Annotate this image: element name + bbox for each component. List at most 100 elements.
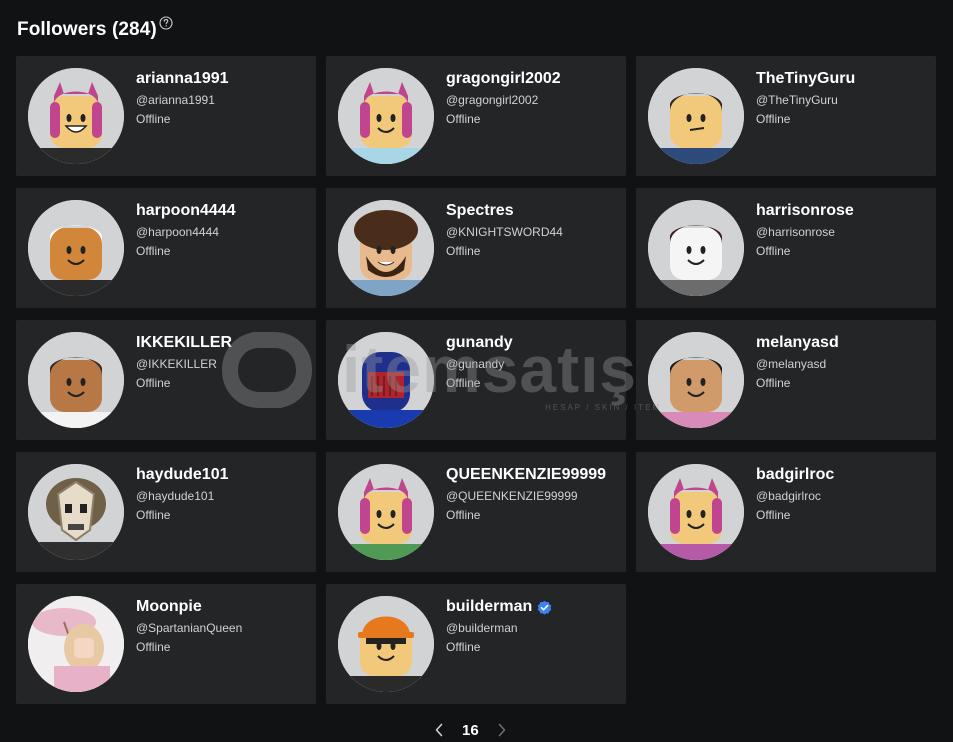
display-name[interactable]: arianna1991 (136, 68, 229, 90)
avatar-image (338, 596, 434, 692)
follower-card[interactable]: TheTinyGuru @TheTinyGuru Offline (636, 56, 936, 176)
avatar-image (28, 464, 124, 560)
follower-card[interactable]: IKKEKILLER @IKKEKILLER Offline (16, 320, 316, 440)
follower-card[interactable]: Moonpie @SpartanianQueen Offline (16, 584, 316, 704)
name-row: haydude101 (136, 464, 308, 486)
username: @melanyasd (756, 357, 827, 371)
avatar[interactable] (338, 596, 434, 692)
name-row: melanyasd (756, 332, 928, 354)
followers-page: Followers (284) arianna1991 @arianna1991 O… (0, 0, 953, 742)
follower-card[interactable]: gragongirl2002 @gragongirl2002 Offline (326, 56, 626, 176)
avatar-image (28, 332, 124, 428)
avatar[interactable] (338, 200, 434, 296)
display-name[interactable]: harrisonrose (756, 200, 854, 222)
avatar[interactable] (338, 332, 434, 428)
presence-status: Offline (446, 640, 481, 654)
follower-card[interactable]: harpoon4444 @harpoon4444 Offline (16, 188, 316, 308)
next-page-button[interactable] (495, 720, 509, 740)
presence-status: Offline (136, 508, 171, 522)
follower-info: harpoon4444 @harpoon4444 Offline (136, 200, 308, 260)
name-row: Moonpie (136, 596, 308, 618)
avatar-image (338, 200, 434, 296)
presence-status: Offline (756, 508, 791, 522)
avatar[interactable] (28, 200, 124, 296)
avatar[interactable] (648, 200, 744, 296)
name-row: harrisonrose (756, 200, 928, 222)
name-row: builderman (446, 596, 618, 618)
avatar-image (648, 464, 744, 560)
avatar[interactable] (338, 68, 434, 164)
avatar[interactable] (338, 464, 434, 560)
avatar-image (28, 596, 124, 692)
follower-info: IKKEKILLER @IKKEKILLER Offline (136, 332, 308, 392)
page-header: Followers (284) (17, 14, 173, 46)
username: @harrisonrose (756, 225, 835, 239)
username: @IKKEKILLER (136, 357, 217, 371)
chevron-right-icon (498, 723, 505, 737)
username: @TheTinyGuru (756, 93, 838, 107)
display-name[interactable]: Spectres (446, 200, 514, 222)
avatar-image (338, 68, 434, 164)
prev-page-button[interactable] (432, 720, 446, 740)
follower-info: harrisonrose @harrisonrose Offline (756, 200, 928, 260)
name-row: gragongirl2002 (446, 68, 618, 90)
follower-info: badgirlroc @badgirlroc Offline (756, 464, 928, 524)
avatar-image (28, 68, 124, 164)
display-name[interactable]: badgirlroc (756, 464, 834, 486)
avatar[interactable] (648, 464, 744, 560)
follower-info: gragongirl2002 @gragongirl2002 Offline (446, 68, 618, 128)
follower-info: melanyasd @melanyasd Offline (756, 332, 928, 392)
display-name[interactable]: QUEENKENZIE99999 (446, 464, 606, 486)
display-name[interactable]: harpoon4444 (136, 200, 236, 222)
follower-card[interactable]: Spectres @KNIGHTSWORD44 Offline (326, 188, 626, 308)
username: @harpoon4444 (136, 225, 219, 239)
follower-card[interactable]: haydude101 @haydude101 Offline (16, 452, 316, 572)
follower-card[interactable]: arianna1991 @arianna1991 Offline (16, 56, 316, 176)
presence-status: Offline (446, 376, 481, 390)
username: @KNIGHTSWORD44 (446, 225, 563, 239)
avatar-image (648, 68, 744, 164)
display-name[interactable]: gunandy (446, 332, 513, 354)
question-circle-icon[interactable] (159, 16, 173, 30)
avatar[interactable] (28, 332, 124, 428)
display-name[interactable]: TheTinyGuru (756, 68, 855, 90)
follower-card[interactable]: gunandy @gunandy Offline (326, 320, 626, 440)
follower-card[interactable]: QUEENKENZIE99999 @QUEENKENZIE99999 Offline (326, 452, 626, 572)
username: @haydude101 (136, 489, 215, 503)
username: @badgirlroc (756, 489, 821, 503)
display-name[interactable]: Moonpie (136, 596, 202, 618)
display-name[interactable]: melanyasd (756, 332, 839, 354)
username: @SpartanianQueen (136, 621, 243, 635)
avatar[interactable] (648, 332, 744, 428)
avatar[interactable] (28, 464, 124, 560)
follower-info: gunandy @gunandy Offline (446, 332, 618, 392)
presence-status: Offline (756, 244, 791, 258)
name-row: gunandy (446, 332, 618, 354)
display-name[interactable]: gragongirl2002 (446, 68, 561, 90)
avatar[interactable] (28, 596, 124, 692)
display-name[interactable]: IKKEKILLER (136, 332, 232, 354)
presence-status: Offline (136, 112, 171, 126)
display-name[interactable]: haydude101 (136, 464, 228, 486)
presence-status: Offline (446, 244, 481, 258)
avatar[interactable] (648, 68, 744, 164)
verified-badge-icon (537, 600, 552, 615)
avatar-image (338, 332, 434, 428)
avatar-image (648, 200, 744, 296)
follower-card[interactable]: badgirlroc @badgirlroc Offline (636, 452, 936, 572)
name-row: QUEENKENZIE99999 (446, 464, 618, 486)
presence-status: Offline (446, 112, 481, 126)
display-name[interactable]: builderman (446, 596, 532, 618)
username: @gunandy (446, 357, 505, 371)
follower-card[interactable]: harrisonrose @harrisonrose Offline (636, 188, 936, 308)
avatar-image (28, 200, 124, 296)
page-title: Followers (284) (17, 19, 157, 40)
follower-card[interactable]: melanyasd @melanyasd Offline (636, 320, 936, 440)
name-row: arianna1991 (136, 68, 308, 90)
username: @gragongirl2002 (446, 93, 539, 107)
name-row: harpoon4444 (136, 200, 308, 222)
avatar[interactable] (28, 68, 124, 164)
follower-card[interactable]: builderman @builderman Offline (326, 584, 626, 704)
follower-info: builderman @builderman Offline (446, 596, 618, 656)
username: @arianna1991 (136, 93, 215, 107)
